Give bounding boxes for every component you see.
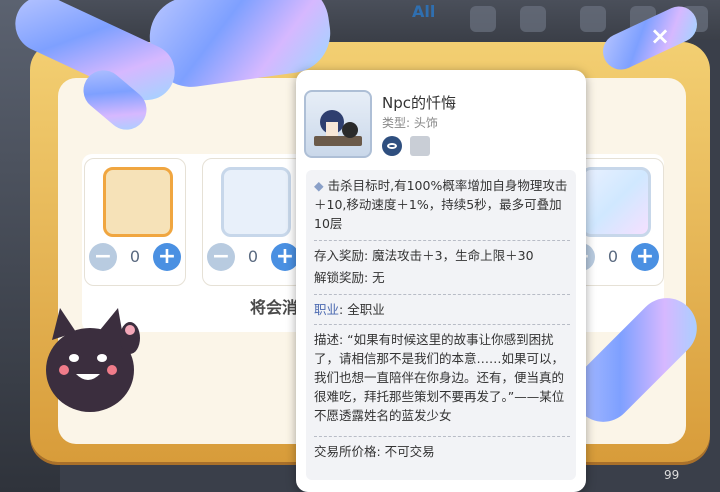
minus-button[interactable]: − <box>207 243 235 271</box>
quantity-value: 0 <box>247 247 259 266</box>
divider <box>314 324 570 325</box>
item-title: Npc的忏悔 <box>382 94 456 112</box>
unlock-reward: 解锁奖励: 无 <box>314 270 385 285</box>
npc-headwear-icon <box>304 90 372 158</box>
job-line: 职业: 全职业 <box>314 300 570 319</box>
eye-icon[interactable] <box>382 136 402 156</box>
job-value: : 全职业 <box>339 302 385 317</box>
job-label: 职业 <box>314 302 340 317</box>
item-card[interactable]: − 0 + <box>84 158 186 286</box>
map-item-icon[interactable] <box>103 167 173 237</box>
shirt-icon[interactable] <box>520 6 546 32</box>
cat-mascot-icon <box>46 308 140 412</box>
hat-icon[interactable] <box>580 6 606 32</box>
divider <box>314 240 570 241</box>
heart-icon[interactable] <box>470 6 496 32</box>
effect-value: 击杀目标时,有100%概率增加自身物理攻击＋10,移动速度＋1%，持续5秒，最多… <box>314 178 568 231</box>
plus-button[interactable]: + <box>271 243 299 271</box>
plus-button[interactable]: + <box>153 243 181 271</box>
quantity-value: 0 <box>129 247 141 266</box>
trade-price: 交易所价格: 不可交易 <box>314 444 435 459</box>
npc-headwear-icon[interactable] <box>221 167 291 237</box>
divider <box>314 294 570 295</box>
corner-count: 99 <box>664 468 680 482</box>
card-icon[interactable] <box>410 136 430 156</box>
divider <box>314 436 570 437</box>
tab-all[interactable]: All <box>412 2 435 21</box>
deposit-reward: 存入奖励: 魔法攻击＋3，生命上限＋30 <box>314 248 534 263</box>
effect-text: ◆ 击杀目标时,有100%概率增加自身物理攻击＋10,移动速度＋1%，持续5秒，… <box>314 176 570 233</box>
tooltip-body: ◆ 击杀目标时,有100%概率增加自身物理攻击＋10,移动速度＋1%，持续5秒，… <box>306 170 576 480</box>
description-text: 描述: “如果有时候这里的故事让你感到困扰了，请相信那不是我们的本意……如果可以… <box>314 332 565 423</box>
item-type: 类型: 头饰 <box>382 114 438 131</box>
plus-button[interactable]: + <box>631 243 659 271</box>
quantity-value: 0 <box>607 247 619 266</box>
item-type-label: 类型: <box>382 116 411 130</box>
item-type-value: 头饰 <box>413 116 438 130</box>
cotton-candy-icon[interactable] <box>581 167 651 237</box>
item-card[interactable]: − 0 + <box>202 158 304 286</box>
item-tooltip: Npc的忏悔 类型: 头饰 ◆ 击杀目标时,有100%概率增加自身物理攻击＋10… <box>296 70 586 492</box>
bottom-text: 将会消 <box>250 298 299 317</box>
diamond-bullet-icon: ◆ <box>314 178 324 193</box>
minus-button[interactable]: − <box>89 243 117 271</box>
close-button[interactable]: × <box>646 22 674 50</box>
